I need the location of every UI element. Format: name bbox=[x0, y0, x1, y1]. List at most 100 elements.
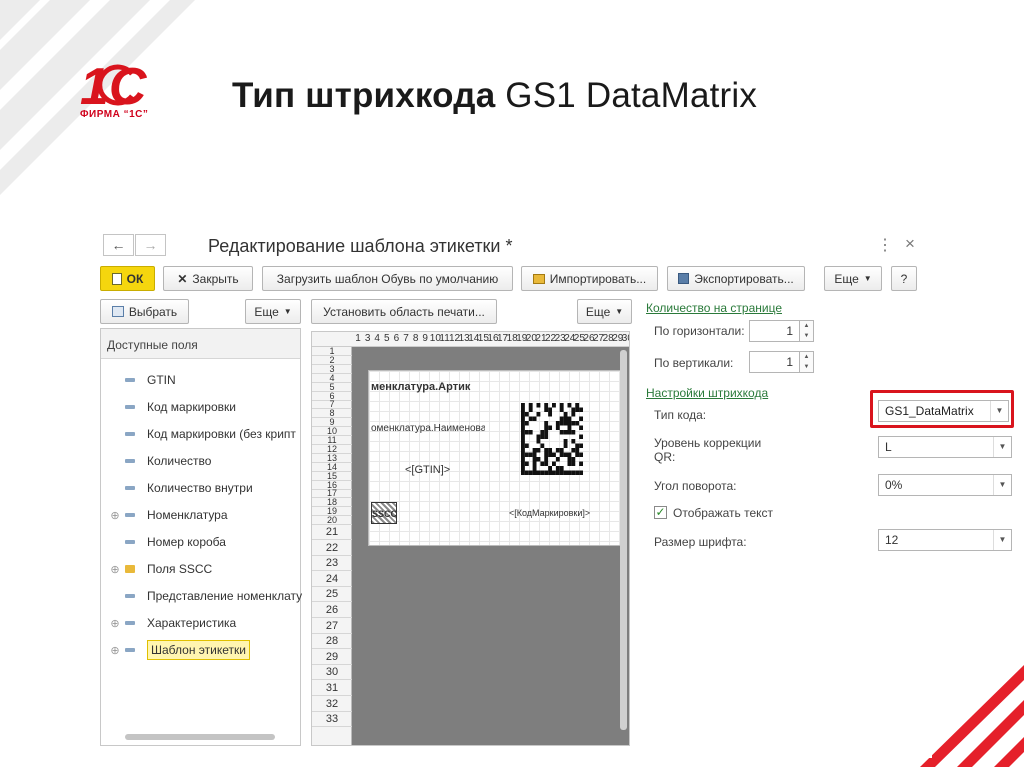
tree-item[interactable]: GTIN bbox=[101, 369, 176, 391]
tree-item[interactable]: ⊕ Поля SSCC bbox=[101, 558, 212, 580]
column-header[interactable]: 13 bbox=[459, 333, 470, 344]
column-header[interactable]: 18 bbox=[507, 333, 518, 344]
vertical-label: По вертикали: bbox=[654, 356, 734, 370]
column-header[interactable]: 17 bbox=[497, 333, 508, 344]
column-header[interactable]: 24 bbox=[564, 333, 575, 344]
column-header[interactable]: 28 bbox=[603, 333, 614, 344]
row-header[interactable]: 28 bbox=[312, 634, 352, 650]
close-button[interactable]: ✕ Закрыть bbox=[163, 266, 253, 291]
show-text-checkbox[interactable]: ✓ bbox=[654, 506, 667, 519]
left-more-button[interactable]: Еще ▼ bbox=[245, 299, 301, 324]
set-print-area-button[interactable]: Установить область печати... bbox=[311, 299, 497, 324]
field-icon bbox=[125, 432, 135, 436]
column-header[interactable]: 23 bbox=[555, 333, 566, 344]
gtin-cell[interactable]: <[GTIN]> bbox=[405, 464, 450, 476]
row-header[interactable]: 20 bbox=[312, 516, 352, 526]
correction-level-select[interactable]: L ▼ bbox=[878, 436, 1012, 458]
column-header[interactable]: 10 bbox=[430, 333, 441, 344]
section-barcode-settings[interactable]: Настройки штрихкода bbox=[646, 386, 768, 400]
font-size-select[interactable]: 12 ▼ bbox=[878, 529, 1012, 551]
row-header[interactable]: 23 bbox=[312, 556, 352, 572]
row-header[interactable]: 24 bbox=[312, 572, 352, 587]
column-header[interactable]: 21 bbox=[535, 333, 546, 344]
chevron-down-icon[interactable]: ▼ bbox=[993, 475, 1011, 495]
expand-icon[interactable]: ⊕ bbox=[107, 644, 123, 657]
column-header[interactable]: 11 bbox=[439, 333, 449, 344]
column-header[interactable]: 7 bbox=[401, 333, 411, 344]
tree-item[interactable]: Количество внутри bbox=[101, 477, 253, 499]
vertical-count-field[interactable]: 1 ▲ ▼ bbox=[749, 351, 814, 373]
row-header[interactable]: 32 bbox=[312, 697, 352, 712]
column-header[interactable]: 5 bbox=[382, 333, 392, 344]
expand-icon[interactable]: ⊕ bbox=[107, 563, 123, 576]
close-icon[interactable]: × bbox=[905, 234, 915, 254]
spinner-icon[interactable]: ▲ ▼ bbox=[799, 351, 814, 373]
row-header[interactable]: 26 bbox=[312, 603, 352, 618]
label-template-area[interactable]: менклатура.Артик оменклатура.Наименован … bbox=[368, 370, 621, 546]
tree-item[interactable]: Представление номенклату bbox=[101, 585, 302, 607]
row-header[interactable]: 22 bbox=[312, 541, 352, 556]
column-header[interactable]: 15 bbox=[478, 333, 489, 344]
rotation-select[interactable]: 0% ▼ bbox=[878, 474, 1012, 496]
tree-item[interactable]: Код маркировки (без крипт bbox=[101, 423, 296, 445]
column-header[interactable]: 8 bbox=[411, 333, 421, 344]
column-header[interactable]: 20 bbox=[526, 333, 537, 344]
expand-icon[interactable]: ⊕ bbox=[107, 617, 123, 630]
column-header[interactable]: 6 bbox=[391, 333, 401, 344]
column-header[interactable]: 26 bbox=[583, 333, 594, 344]
column-header[interactable]: 22 bbox=[545, 333, 556, 344]
row-header[interactable]: 33 bbox=[312, 712, 352, 728]
middle-more-button[interactable]: Еще ▼ bbox=[577, 299, 632, 324]
column-header[interactable]: 9 bbox=[420, 333, 430, 344]
column-header[interactable]: 25 bbox=[574, 333, 585, 344]
row-header[interactable]: 21 bbox=[312, 525, 352, 540]
load-default-template-button[interactable]: Загрузить шаблон Обувь по умолчанию bbox=[262, 266, 513, 291]
datamatrix-barcode-image bbox=[521, 403, 583, 475]
column-header[interactable]: 27 bbox=[593, 333, 604, 344]
column-header[interactable]: 29 bbox=[612, 333, 623, 344]
nomenclature-name-cell[interactable]: оменклатура.Наименован bbox=[371, 423, 485, 434]
column-header[interactable]: 14 bbox=[468, 333, 479, 344]
column-header[interactable]: 3 bbox=[363, 333, 373, 344]
row-header[interactable]: 25 bbox=[312, 587, 352, 603]
select-field-button[interactable]: Выбрать bbox=[100, 299, 189, 324]
row-header[interactable]: 29 bbox=[312, 650, 352, 665]
tree-item[interactable]: Код маркировки bbox=[101, 396, 236, 418]
import-button[interactable]: Импортировать... bbox=[521, 266, 658, 291]
vertical-scrollbar[interactable] bbox=[620, 350, 627, 730]
help-button[interactable]: ? bbox=[891, 266, 917, 291]
horizontal-scrollbar[interactable] bbox=[125, 734, 275, 740]
spinner-icon[interactable]: ▲ ▼ bbox=[799, 320, 814, 342]
forward-button[interactable]: → bbox=[135, 234, 166, 256]
column-header[interactable]: 12 bbox=[449, 333, 460, 344]
nomenclature-article-cell[interactable]: менклатура.Артик bbox=[371, 381, 485, 393]
tree-item[interactable]: ⊕ Номенклатура bbox=[101, 504, 227, 526]
column-header[interactable]: 4 bbox=[372, 333, 382, 344]
export-button[interactable]: Экспортировать... bbox=[667, 266, 805, 291]
chevron-down-icon[interactable]: ▼ bbox=[993, 530, 1011, 550]
more-button[interactable]: Еще ▼ bbox=[824, 266, 882, 291]
marking-code-cell[interactable]: <[КодМаркировки]> bbox=[509, 508, 590, 518]
row-header[interactable]: 31 bbox=[312, 681, 352, 696]
template-spreadsheet[interactable]: 1 3 4 5 6 7 8 9 10 11 12 13 14 15 16 17 18 19 20 21 22 23 24 25… bbox=[311, 331, 630, 746]
row-header[interactable]: 30 bbox=[312, 665, 352, 681]
horizontal-count-field[interactable]: 1 ▲ ▼ bbox=[749, 320, 814, 342]
rotation-value: 0% bbox=[885, 478, 903, 492]
sscc-barcode-cell[interactable]: SSCC bbox=[371, 502, 397, 524]
tree-item[interactable]: ⊕ Шаблон этикетки bbox=[101, 639, 250, 661]
import-label: Импортировать... bbox=[549, 271, 647, 286]
tree-item[interactable]: Номер короба bbox=[101, 531, 226, 553]
tree-item[interactable]: Количество bbox=[101, 450, 211, 472]
row-header[interactable]: 27 bbox=[312, 619, 352, 634]
section-quantity-per-page[interactable]: Количество на странице bbox=[646, 301, 782, 315]
chevron-down-icon[interactable]: ▼ bbox=[993, 437, 1011, 457]
column-header[interactable]: 16 bbox=[487, 333, 498, 344]
ok-button[interactable]: ОК bbox=[100, 266, 155, 291]
more-menu-icon[interactable]: ⋮ bbox=[877, 235, 893, 255]
column-header[interactable]: 1 bbox=[353, 333, 363, 344]
column-header[interactable]: 19 bbox=[516, 333, 527, 344]
tree-item[interactable]: ⊕ Характеристика bbox=[101, 612, 236, 634]
column-header[interactable]: 30 bbox=[622, 333, 629, 344]
expand-icon[interactable]: ⊕ bbox=[107, 509, 123, 522]
back-button[interactable]: ← bbox=[103, 234, 134, 256]
